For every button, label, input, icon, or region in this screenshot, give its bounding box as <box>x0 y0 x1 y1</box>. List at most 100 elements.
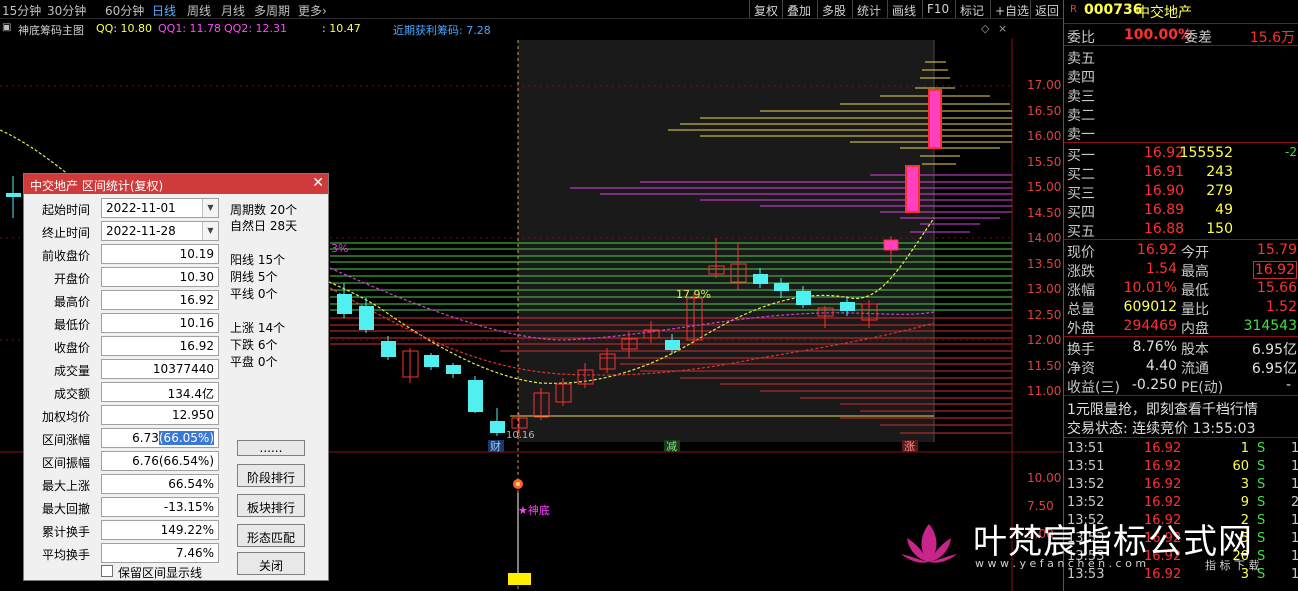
tick-price: 16.92 <box>1144 495 1182 510</box>
period-multi-tab[interactable]: 多周期 <box>254 2 290 19</box>
sell-row: 卖二 <box>1064 104 1298 124</box>
amplitude-field: 6.76(66.54%) <box>101 451 219 471</box>
stat-value: 609012 <box>1123 299 1177 315</box>
buy-row: 买二 16.91 243 <box>1064 163 1298 183</box>
stat-label: 涨幅 <box>1067 283 1095 299</box>
pattern-match-button[interactable]: 形态匹配 <box>237 524 305 547</box>
dialog-close-button[interactable]: 关闭 <box>237 552 305 575</box>
add-watchlist-button[interactable]: +自选 <box>990 0 1033 18</box>
stat-value: 16.92 <box>1136 242 1177 258</box>
high-field: 16.92 <box>101 290 219 310</box>
divider <box>1064 437 1298 438</box>
period-daily-tab[interactable]: 日线 <box>152 2 176 19</box>
watermark-title: 叶梵宸指标公式网 <box>973 522 1253 562</box>
range-change-pct-selected: (66.05%) <box>158 431 214 445</box>
period-30min-tab[interactable]: 30分钟 <box>47 2 86 19</box>
stat-value: - <box>1285 377 1291 393</box>
buy-price: 16.89 <box>1144 202 1185 218</box>
period-monthly-tab[interactable]: 月线 <box>221 2 245 19</box>
sell-row: 卖五 <box>1064 47 1298 67</box>
tag-jian[interactable]: 减 <box>666 440 677 453</box>
tick-count: 1 <box>1291 459 1298 474</box>
dialog-title-bar[interactable]: 中交地产 区间统计(复权) ✕ <box>24 174 328 194</box>
dialog-title: 中交地产 区间统计(复权) <box>30 179 164 193</box>
dialog-close-icon[interactable]: ✕ <box>312 175 324 191</box>
stat-row: 净资 4.40 流通 6.95亿 <box>1064 357 1298 377</box>
stat-label: 总量 <box>1067 302 1095 318</box>
start-date-value: 2022-11-01 <box>106 201 176 215</box>
overlay-button[interactable]: 叠加 <box>782 0 815 18</box>
sector-ranking-button[interactable]: 板块排行 <box>237 494 305 517</box>
tag-zhang[interactable]: 涨 <box>904 440 915 453</box>
max-rise-field: 66.54% <box>101 474 219 494</box>
stat-label: 流通 <box>1181 361 1209 377</box>
shendi-volume-bar <box>508 573 531 585</box>
period-toolbar: 15分钟 30分钟 60分钟 日线 周线 月线 多周期 更多› 复权 叠加 多股… <box>0 0 1063 19</box>
indicator-settings-icon[interactable]: ◇ <box>981 22 989 35</box>
up-count: 上涨 14个 <box>230 321 286 335</box>
chevron-down-icon[interactable]: ▼ <box>202 222 218 240</box>
weibi-row: 委比 100.00% 委差 15.6万 <box>1064 26 1298 46</box>
buy-price: 16.88 <box>1144 221 1185 237</box>
tick-price: 16.92 <box>1144 441 1182 456</box>
indicator-header: ▣ 神底筹码主图 QQ: 10.80 QQ1: 11.78 QQ2: 12.31… <box>0 20 1012 38</box>
ad-text[interactable]: 1元限量抢，即刻查看千档行情 <box>1067 399 1258 419</box>
stage-ranking-button[interactable]: 阶段排行 <box>237 464 305 487</box>
stat-value: -0.250 <box>1131 377 1177 393</box>
stat-label: PE(动) <box>1181 380 1224 396</box>
flat-count: 平线 0个 <box>230 287 278 301</box>
tick-side: S <box>1257 477 1266 492</box>
sell-row: 卖一 <box>1064 123 1298 143</box>
stat-label: 净资 <box>1067 361 1095 377</box>
period-60min-tab[interactable]: 60分钟 <box>105 2 144 19</box>
ad-banner[interactable]: 1元限量抢，即刻查看千档行情 <box>1064 398 1298 419</box>
qq-value: QQ: 10.80 <box>96 22 153 35</box>
indicator-name[interactable]: 神底筹码主图 <box>18 22 84 38</box>
tick-row: 13:52 16.92 9 S 2 <box>1064 494 1298 513</box>
range-change-field: 6.73(66.05%) <box>101 428 219 448</box>
shendi-flower-center <box>516 482 520 486</box>
pct-label-17-9: 17.9% <box>676 288 711 301</box>
vwap-label: 加权均价 <box>41 410 90 424</box>
volume-field: 10377440 <box>101 359 219 379</box>
down-count: 下跌 6个 <box>230 338 278 352</box>
tick-side: S <box>1257 459 1266 474</box>
tag-cai[interactable]: 财 <box>490 439 501 453</box>
unchanged-count: 平盘 0个 <box>230 355 278 369</box>
fuquan-button[interactable]: 复权 <box>749 0 782 18</box>
prev-close-label: 前收盘价 <box>41 249 90 263</box>
mark-button[interactable]: 标记 <box>955 0 988 18</box>
indicator-toggle-icon[interactable]: ▣ <box>2 22 11 33</box>
start-date-picker[interactable]: 2022-11-01 ▼ <box>101 198 219 218</box>
trade-status: 交易状态: 连续竞价 13:55:03 <box>1064 417 1298 437</box>
vwap-field: 12.950 <box>101 405 219 425</box>
stats-button[interactable]: 统计 <box>852 0 885 18</box>
draw-line-button[interactable]: 画线 <box>887 0 920 18</box>
sell-label: 卖一 <box>1067 127 1095 143</box>
high-label: 最高价 <box>53 295 90 309</box>
keep-range-checkbox[interactable] <box>101 565 113 577</box>
period-weekly-tab[interactable]: 周线 <box>187 2 211 19</box>
more-options-button[interactable]: ...... <box>237 440 305 456</box>
buy-volume: 279 <box>1206 183 1233 199</box>
price-axis: 17.00 16.50 16.00 15.50 15.00 14.50 14.0… <box>1012 38 1063 591</box>
period-15min-tab[interactable]: 15分钟 <box>2 2 41 19</box>
period-count: 周期数 20个 <box>230 203 298 217</box>
stat-value: 4.40 <box>1145 358 1177 374</box>
period-more-tab[interactable]: 更多› <box>298 2 327 19</box>
more-label: 更多 <box>298 4 323 18</box>
end-date-picker[interactable]: 2022-11-28 ▼ <box>101 221 219 241</box>
indicator-close-icon[interactable]: × <box>998 22 1007 35</box>
multi-stock-button[interactable]: 多股 <box>817 0 850 18</box>
chevron-down-icon[interactable]: ▼ <box>202 199 218 217</box>
range-stats-dialog: 中交地产 区间统计(复权) ✕ 起始时间 2022-11-01 ▼ 终止时间 2… <box>23 173 329 581</box>
yang-count: 阳线 15个 <box>230 253 286 267</box>
range-change-label: 区间涨幅 <box>41 433 90 447</box>
low-field: 10.16 <box>101 313 219 333</box>
back-button[interactable]: 返回 <box>1030 0 1063 18</box>
tick-row: 13:51 16.92 1 S 1 <box>1064 440 1298 459</box>
stat-value: 1.54 <box>1145 261 1177 277</box>
f10-button[interactable]: F10 <box>922 0 953 18</box>
stat-label: 内盘 <box>1181 321 1209 337</box>
shendi-label: ★神底 <box>518 503 550 517</box>
